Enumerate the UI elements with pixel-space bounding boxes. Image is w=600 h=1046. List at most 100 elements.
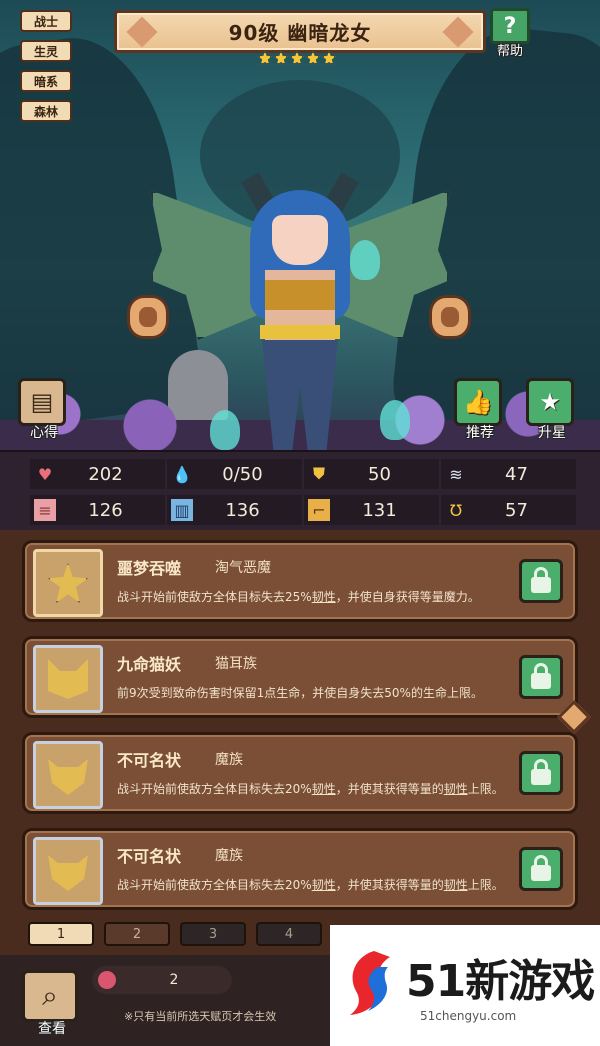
- cat-face-icon: [48, 659, 88, 699]
- stat-speed: ≋ 47: [441, 459, 576, 489]
- heart-notes-button[interactable]: ▤ 心得: [18, 378, 70, 441]
- talent-page-tab-3[interactable]: 3: [180, 922, 246, 946]
- hero-character: [150, 170, 450, 450]
- help-label: 帮助: [496, 44, 523, 59]
- talent-card[interactable]: 不可名状 魔族 战斗开始前使敌方全体目标失去20%韧性，并使其获得等量的韧性上限…: [22, 828, 578, 910]
- boot-icon: ⌐: [308, 499, 330, 521]
- talent-name: 不可名状: [117, 751, 182, 770]
- fruit-counter: 2: [92, 966, 232, 994]
- star-icon: [258, 51, 272, 65]
- lock-icon: [531, 759, 551, 785]
- talent-page-tab-4[interactable]: 4: [256, 922, 322, 946]
- demon-mask-icon: [48, 759, 88, 795]
- star-icon: [274, 51, 288, 65]
- talent-portrait: [33, 645, 103, 713]
- star-up-label: 升星: [538, 425, 566, 441]
- talent-card[interactable]: 九命猫妖 猫耳族 前9次受到致命伤害时保留1点生命，并使自身失去50%的生命上限…: [22, 636, 578, 718]
- stat-value: 57: [505, 499, 528, 521]
- lock-icon: [531, 567, 551, 593]
- talent-portrait: [33, 549, 103, 617]
- star-icon: [290, 51, 304, 65]
- hero-title: 90级 幽暗龙女: [228, 21, 372, 45]
- talent-desc: 战斗开始前使敌方全体目标失去20%韧性，并使其获得等量的韧性上限。: [117, 782, 504, 796]
- tag-class[interactable]: 战士: [20, 10, 72, 32]
- stat-agility: ⌐ 131: [304, 495, 439, 525]
- stat-value: 47: [505, 463, 528, 485]
- stat-mana: 💧 0/50: [167, 459, 302, 489]
- question-icon: ?: [490, 8, 530, 44]
- hero-title-banner: 90级 幽暗龙女: [114, 10, 486, 53]
- hero-legs: [262, 340, 338, 450]
- talent-name: 噩梦吞噬: [117, 559, 182, 578]
- stat-value: 0/50: [222, 463, 263, 485]
- blue-flame: [350, 240, 380, 280]
- stat-magic: ▥ 136: [167, 495, 302, 525]
- hero-belt: [260, 325, 340, 339]
- stat-attack: ≡ 126: [30, 495, 165, 525]
- hero-face: [272, 215, 328, 265]
- arrow-left-icon: [139, 307, 157, 327]
- shield-icon: ⛊: [312, 464, 325, 483]
- stats-panel: ♥ 202 💧 0/50 ⛊ 50 ≋ 47 ≡ 126 ▥ 136 ⌐ 131 Ʊ 57: [0, 450, 600, 530]
- notes-icon: ▤: [18, 378, 66, 426]
- talent-lock-button[interactable]: [519, 655, 563, 699]
- talent-lock-button[interactable]: [519, 559, 563, 603]
- star-badge-icon: ★: [526, 378, 574, 426]
- book-icon: ▥: [171, 499, 193, 521]
- talent-page-tab-1[interactable]: 1: [28, 922, 94, 946]
- tag-element[interactable]: 暗系: [20, 70, 72, 92]
- thumbs-up-icon: 👍: [454, 378, 502, 426]
- talent-race: 魔族: [215, 848, 243, 864]
- talent-page-tab-2[interactable]: 2: [104, 922, 170, 946]
- talent-page-note: ※只有当前所选天赋页才会生效: [124, 1010, 277, 1023]
- talent-desc: 战斗开始前使敌方全体目标失去25%韧性，并使自身获得等量魔力。: [117, 590, 480, 604]
- stat-value: 136: [225, 499, 260, 521]
- talent-desc: 战斗开始前使敌方全体目标失去20%韧性，并使其获得等量的韧性上限。: [117, 878, 504, 892]
- star-rating: [258, 51, 336, 65]
- heart-notes-label: 心得: [30, 425, 58, 441]
- arrow-right-icon: [441, 307, 459, 327]
- recommend-label: 推荐: [466, 425, 494, 441]
- hero-top: [265, 280, 335, 310]
- tag-habitat[interactable]: 森林: [20, 100, 72, 122]
- talent-lock-button[interactable]: [519, 751, 563, 795]
- talent-lock-button[interactable]: [519, 847, 563, 891]
- recommend-button[interactable]: 👍 推荐: [454, 378, 506, 441]
- lock-icon: [531, 663, 551, 689]
- tag-type[interactable]: 生灵: [20, 40, 72, 62]
- talent-race: 淘气恶魔: [215, 560, 271, 576]
- next-hero-button[interactable]: [429, 295, 471, 339]
- talent-portrait: [33, 741, 103, 809]
- magnifier-icon: ⌕: [22, 970, 78, 1022]
- horseshoe-icon: Ʊ: [449, 500, 463, 520]
- star-icon: [322, 51, 336, 65]
- fruit-count-value: 2: [169, 972, 179, 988]
- watermark-title: 51新游戏: [406, 956, 595, 1007]
- site-logo-icon: [350, 951, 390, 1015]
- hero-scene: 战士 生灵 暗系 森林 90级 幽暗龙女 ? 帮助 ▤ 心得 👍 推荐 ★ 升星: [0, 0, 600, 450]
- heart-icon: ♥: [37, 464, 53, 484]
- water-drop-icon: 💧: [172, 464, 192, 484]
- star-emblem-icon: [48, 563, 88, 603]
- talent-race: 魔族: [215, 752, 243, 768]
- blue-flame: [380, 400, 410, 440]
- stat-armor: ⛊ 50: [304, 459, 439, 489]
- stat-value: 50: [368, 463, 391, 485]
- help-button[interactable]: ? 帮助: [488, 8, 532, 59]
- talent-card[interactable]: 噩梦吞噬 淘气恶魔 战斗开始前使敌方全体目标失去25%韧性，并使自身获得等量魔力…: [22, 540, 578, 622]
- stat-value: 131: [362, 499, 397, 521]
- view-label: 查看: [38, 1021, 66, 1037]
- previous-hero-button[interactable]: [127, 295, 169, 339]
- blue-flame: [210, 410, 240, 450]
- talent-card[interactable]: 不可名状 魔族 战斗开始前使敌方全体目标失去20%韧性，并使其获得等量的韧性上限…: [22, 732, 578, 814]
- claw-icon: ≡: [34, 499, 56, 521]
- fruit-icon: [98, 971, 116, 989]
- watermark-url: 51chengyu.com: [420, 1009, 517, 1023]
- talent-name: 九命猫妖: [117, 655, 182, 674]
- star-up-button[interactable]: ★ 升星: [526, 378, 578, 441]
- stat-value: 126: [88, 499, 123, 521]
- stat-value: 202: [88, 463, 123, 485]
- view-button[interactable]: ⌕ 查看: [22, 970, 82, 1040]
- talent-portrait: [33, 837, 103, 905]
- talent-page-tabs: 1 2 3 4: [28, 922, 322, 946]
